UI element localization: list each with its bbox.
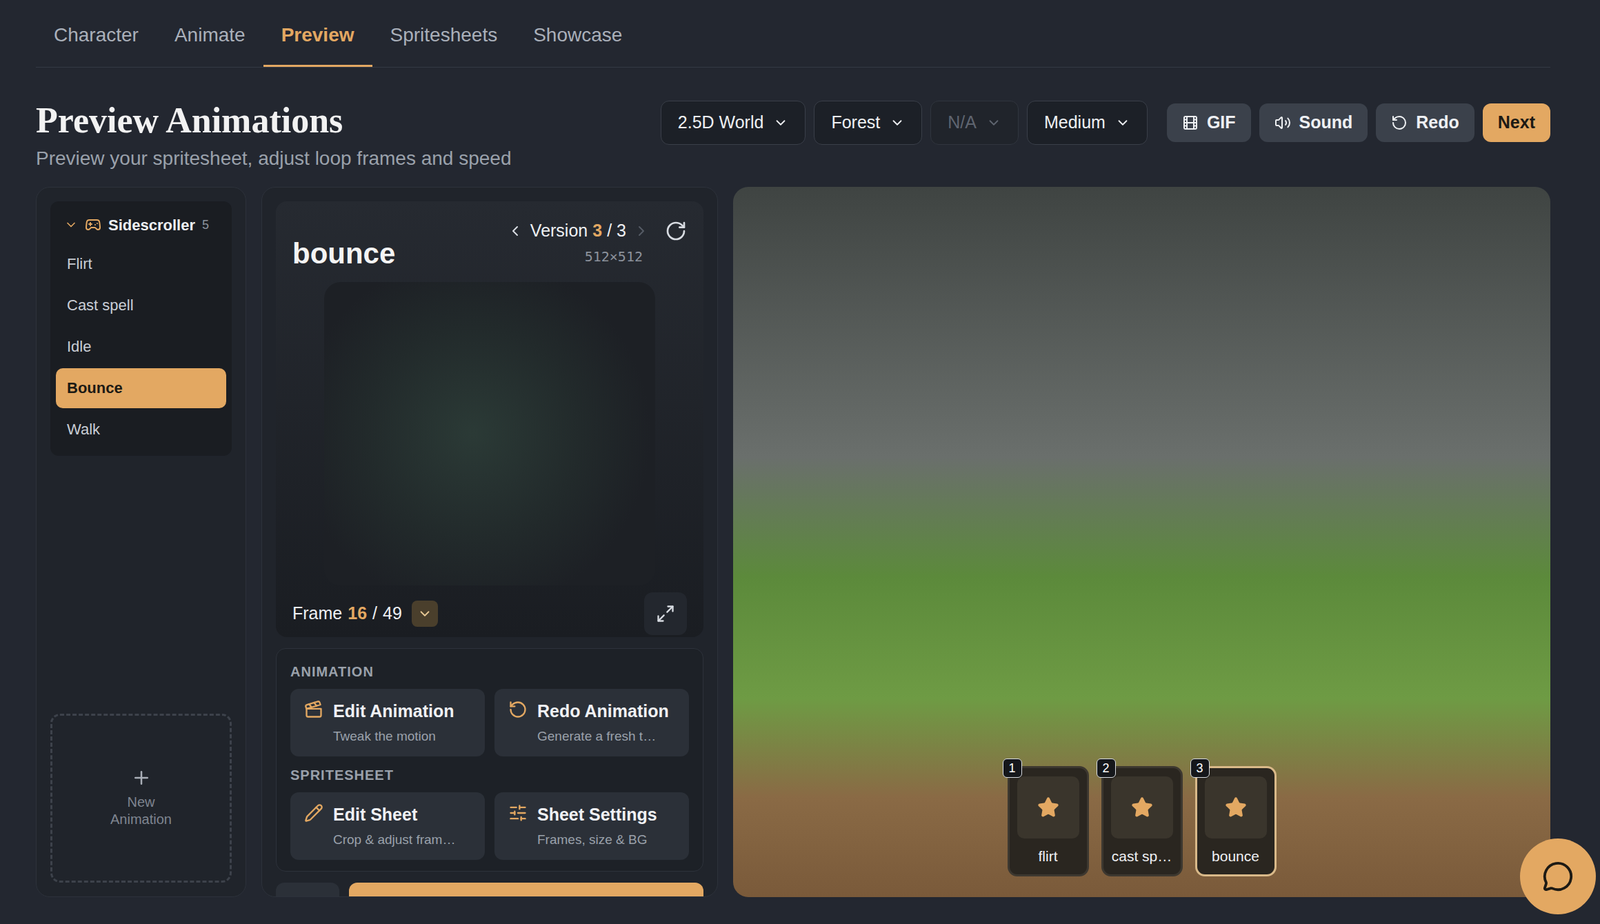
- animation-slot[interactable]: 3bounce: [1195, 766, 1277, 877]
- animation-name: bounce: [292, 217, 396, 276]
- animation-panel: bounce Version3/3512×512 Frame16/49 ANIMATI…: [261, 186, 718, 898]
- animation-slots: 1flirt2cast sp…3bounce: [1007, 766, 1277, 877]
- app: CharacterAnimatePreviewSpritesheetsShowc…: [0, 0, 1600, 924]
- previous-version-icon[interactable]: [506, 222, 524, 240]
- chevron-down-icon: [1115, 115, 1131, 131]
- action-icon: [508, 803, 528, 823]
- gamepad-icon: [84, 216, 102, 234]
- tab[interactable]: Preview: [263, 0, 373, 67]
- toolbar-button[interactable]: GIF: [1166, 103, 1252, 143]
- expand-icon: [655, 604, 676, 624]
- action-button[interactable]: Sheet SettingsFrames, size & BG: [494, 792, 689, 860]
- preview-card: bounce Version3/3512×512 Frame16/49: [275, 201, 704, 638]
- tab[interactable]: Spritesheets: [372, 0, 516, 67]
- sidebar-item[interactable]: Bounce: [55, 368, 227, 409]
- slot-number: 3: [1190, 758, 1210, 778]
- toolbar-button[interactable]: Next: [1482, 103, 1551, 143]
- secondary-button[interactable]: [275, 882, 340, 898]
- sidebar-item[interactable]: Walk: [55, 409, 227, 450]
- chevron-down-icon: [986, 115, 1002, 131]
- group-header[interactable]: Sidescroller5: [55, 206, 227, 244]
- animation-slot[interactable]: 2cast sp…: [1101, 766, 1183, 877]
- scene-preview: 1flirt2cast sp…3bounce: [733, 186, 1551, 898]
- chat-button[interactable]: [1520, 838, 1596, 915]
- action-section: ANIMATIONEdit AnimationTweak the motionR…: [290, 661, 689, 757]
- button-icon: [1391, 114, 1408, 132]
- action-icon: [304, 700, 324, 720]
- button-icon: [1274, 114, 1292, 132]
- animation-slot[interactable]: 1flirt: [1007, 766, 1089, 877]
- chevron-down-icon: [773, 115, 789, 131]
- action-section: SPRITESHEETEdit SheetCrop & adjust fram……: [290, 764, 689, 860]
- toolbar-button[interactable]: Redo: [1375, 103, 1475, 143]
- action-button[interactable]: Edit AnimationTweak the motion: [290, 688, 485, 757]
- dropdown: N/A: [930, 100, 1019, 145]
- animation-list: Sidescroller5FlirtCast spellIdleBounceWa…: [50, 201, 232, 456]
- tab[interactable]: Character: [35, 0, 157, 67]
- action-icon: [304, 803, 324, 823]
- frame-counter: Frame16/49: [292, 600, 438, 627]
- page-title: Preview Animations: [35, 100, 512, 140]
- button-icon: [1182, 114, 1199, 132]
- new-animation-button[interactable]: New Animation: [50, 713, 232, 883]
- bottom-actions: [275, 882, 704, 898]
- page-header: Preview Animations Preview your spriteshe…: [35, 67, 1551, 187]
- sprite-preview: [324, 282, 656, 586]
- chevron-icon: [64, 217, 78, 232]
- dropdown[interactable]: 2.5D World: [660, 100, 807, 145]
- sidebar: Sidescroller5FlirtCast spellIdleBounceWa…: [35, 186, 247, 898]
- dropdown[interactable]: Forest: [813, 100, 923, 145]
- version-label: Version3/3: [530, 217, 627, 245]
- frame-dropdown[interactable]: [411, 600, 438, 627]
- toolbar-button[interactable]: Sound: [1259, 103, 1369, 143]
- page-subtitle: Preview your spritesheet, adjust loop fr…: [35, 144, 512, 174]
- next-version-icon: [633, 222, 650, 240]
- expand-button[interactable]: [644, 592, 687, 636]
- action-button[interactable]: Edit SheetCrop & adjust fram…: [290, 792, 485, 860]
- plus-icon: [131, 767, 152, 789]
- chat-icon: [1542, 860, 1574, 893]
- action-icon: [508, 700, 528, 720]
- primary-button[interactable]: [348, 882, 704, 898]
- sidebar-item[interactable]: Idle: [55, 326, 227, 367]
- slot-number: 1: [1002, 758, 1023, 778]
- main-area: Sidescroller5FlirtCast spellIdleBounceWa…: [35, 186, 1551, 898]
- reset-icon[interactable]: [664, 220, 687, 243]
- sidebar-item[interactable]: Flirt: [55, 244, 227, 285]
- tab[interactable]: Animate: [156, 0, 264, 67]
- chevron-down-icon: [417, 606, 433, 622]
- star-icon: [1131, 796, 1154, 819]
- actions-card: ANIMATIONEdit AnimationTweak the motionR…: [275, 648, 704, 872]
- star-icon: [1224, 796, 1247, 819]
- sidebar-item[interactable]: Cast spell: [55, 285, 227, 326]
- tab-bar: CharacterAnimatePreviewSpritesheetsShowc…: [35, 0, 1551, 68]
- chevron-down-icon: [889, 115, 905, 131]
- resolution: 512×512: [584, 246, 687, 267]
- slot-number: 2: [1096, 758, 1116, 778]
- star-icon: [1037, 796, 1060, 819]
- tab[interactable]: Showcase: [515, 0, 640, 67]
- dropdown[interactable]: Medium: [1026, 100, 1148, 145]
- action-button[interactable]: Redo AnimationGenerate a fresh t…: [494, 688, 689, 757]
